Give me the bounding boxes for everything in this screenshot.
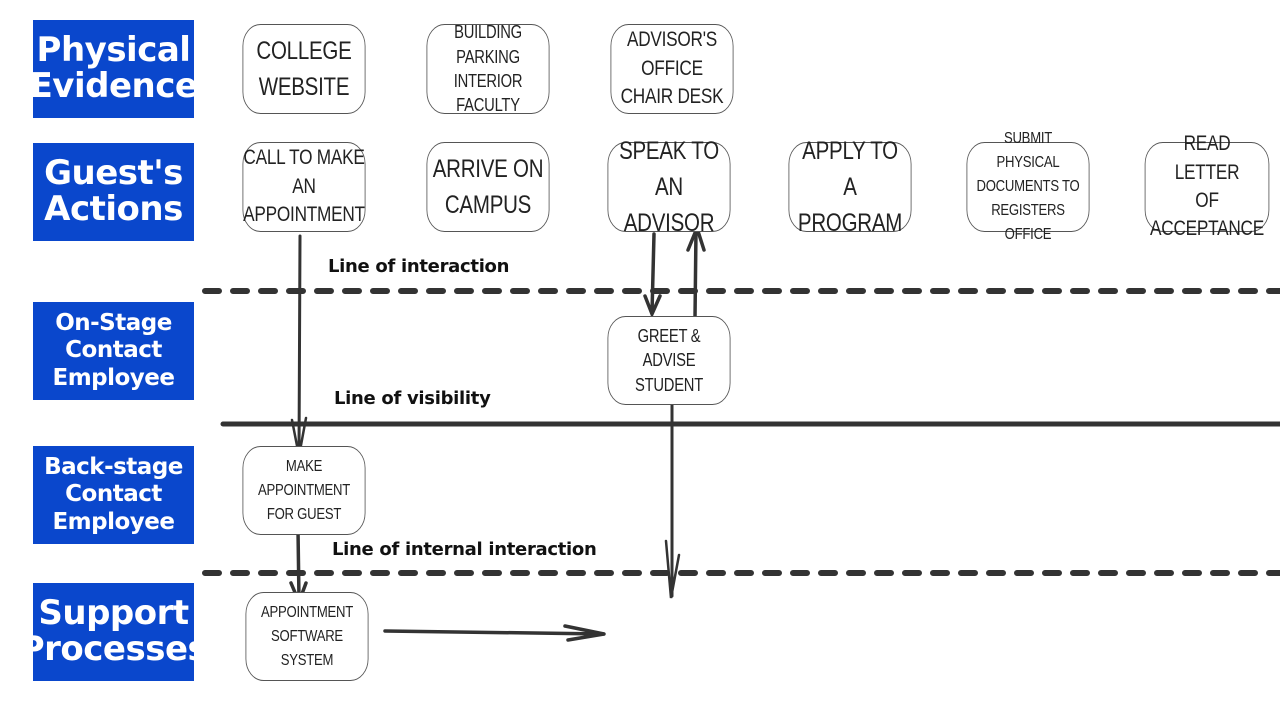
box-text: CALL TO MAKE AN APPOINTMENT: [243, 146, 365, 227]
box-text: SUBMIT PHYSICAL DOCUMENTS TO REGISTERS O…: [976, 130, 1080, 243]
box-text: ADVISOR'S OFFICE CHAIR DESK: [620, 28, 724, 109]
box-text: ARRIVE ON CAMPUS: [432, 154, 544, 219]
box-text: GREET & ADVISE STUDENT: [635, 326, 703, 395]
evidence-box-building: BUILDING PARKING INTERIOR FACULTY: [426, 22, 550, 115]
action-box-submit-documents: SUBMIT PHYSICAL DOCUMENTS TO REGISTERS O…: [966, 130, 1090, 243]
action-box-arrive-on-campus: ARRIVE ON CAMPUS: [426, 142, 550, 232]
action-box-read-letter: READ LETTER OF ACCEPTANCE: [1144, 132, 1270, 240]
box-text: APPLY TO A PROGRAM: [797, 136, 903, 238]
arrow-software-right: [383, 629, 606, 636]
line-of-interaction-label: Line of interaction: [328, 256, 510, 277]
arrow-call-to-make-appointment: [297, 234, 302, 457]
action-box-call-to-make-appointment: CALL TO MAKE AN APPOINTMENT: [242, 142, 366, 232]
box-text: READ LETTER OF ACCEPTANCE: [1150, 132, 1264, 241]
arrow-greet-to-speak: [693, 228, 698, 320]
box-text: MAKE APPOINTMENT FOR GUEST: [257, 457, 351, 523]
evidence-box-advisors-office: ADVISOR'S OFFICE CHAIR DESK: [610, 24, 734, 114]
box-text: BUILDING PARKING INTERIOR FACULTY: [453, 22, 523, 116]
onstage-box-greet-advise: GREET & ADVISE STUDENT: [607, 316, 731, 405]
box-text: COLLEGE WEBSITE: [256, 36, 352, 101]
box-text: SPEAK TO AN ADVISOR: [619, 136, 719, 238]
arrow-make-appointment-to-software: [296, 528, 301, 602]
box-text: APPOINTMENT SOFTWARE SYSTEM: [260, 603, 354, 669]
evidence-box-college-website: COLLEGE WEBSITE: [242, 24, 366, 114]
action-box-apply-to-program: APPLY TO A PROGRAM: [788, 137, 912, 237]
backstage-box-make-appointment: MAKE APPOINTMENT FOR GUEST: [242, 446, 366, 535]
arrow-speak-to-greet: [650, 232, 656, 315]
action-box-speak-to-advisor: SPEAK TO AN ADVISOR: [607, 137, 731, 237]
support-box-appointment-software: APPOINTMENT SOFTWARE SYSTEM: [245, 592, 369, 681]
line-of-visibility-label: Line of visibility: [334, 388, 491, 409]
line-of-internal-interaction-label: Line of internal interaction: [332, 539, 597, 560]
